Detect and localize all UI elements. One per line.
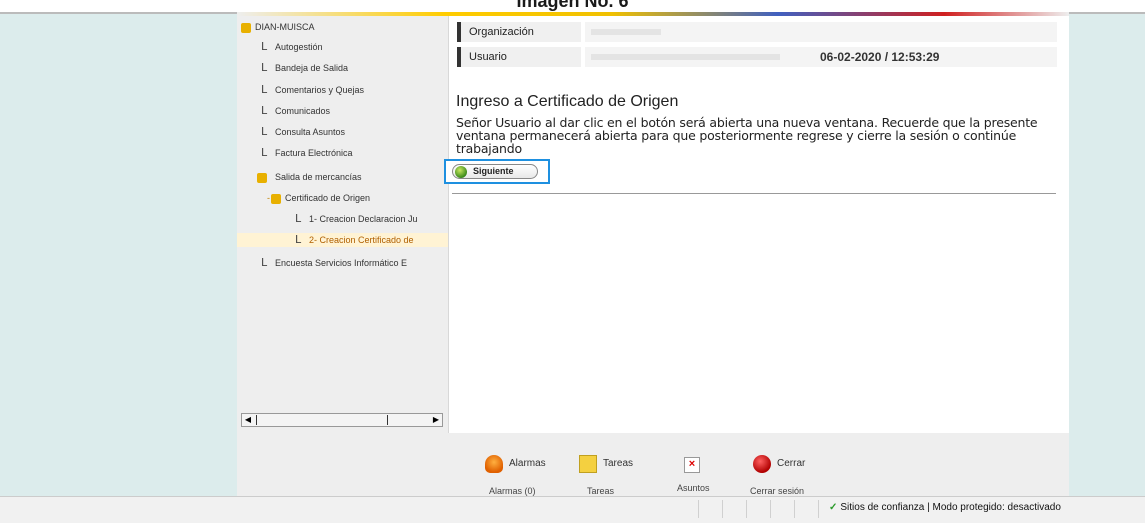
tree-connector-icon: L	[261, 40, 268, 53]
tree-item-label: Consulta Asuntos	[275, 127, 346, 137]
scroll-left-icon[interactable]: ◀	[242, 414, 254, 426]
alarmas-caption: Alarmas (0)	[489, 486, 536, 496]
close-x-icon: ×	[684, 457, 700, 473]
tree-connector-icon: L	[261, 256, 268, 269]
tree-item-autogestion[interactable]: L Autogestión	[261, 40, 323, 54]
status-cell	[700, 500, 723, 518]
datetime-cell: 06-02-2020 / 12:53:29	[780, 47, 1056, 67]
status-cell	[724, 500, 747, 518]
tree-connector-icon: L	[261, 125, 268, 138]
tree-item-comunicados[interactable]: L Comunicados	[261, 104, 330, 118]
tareas-button[interactable]: Tareas	[579, 453, 643, 475]
page-title: Ingreso a Certificado de Origen	[456, 93, 679, 110]
tree-item-label: 2- Creacion Certificado de	[309, 235, 414, 245]
usuario-label: Usuario	[461, 47, 581, 67]
tree-item-factura-electronica[interactable]: L Factura Electrónica	[261, 146, 353, 160]
tree-item-bandeja-salida[interactable]: L Bandeja de Salida	[261, 61, 348, 75]
browser-status-bar: ✓ Sitios de confianza | Modo protegido: d…	[0, 496, 1145, 523]
notepad-icon	[579, 455, 597, 473]
tree-connector-icon: L	[261, 104, 268, 117]
divider	[452, 193, 1056, 194]
tree-item-creacion-certificado[interactable]: L 2- Creacion Certificado de	[237, 233, 448, 247]
tree-connector-icon: L	[295, 233, 302, 246]
tree-item-certificado-origen[interactable]: - Certificado de Origen	[267, 191, 370, 205]
folder-icon	[257, 172, 267, 183]
tree-item-salida-mercancias[interactable]: Salida de mercancías	[257, 170, 362, 184]
image-caption: Imagen No. 6	[516, 0, 629, 11]
tree-item-comentarios[interactable]: L Comentarios y Quejas	[261, 83, 364, 97]
cerrar-label: Cerrar	[777, 458, 806, 469]
next-button[interactable]: Siguiente	[452, 164, 538, 179]
instruction-message: Señor Usuario al dar clic en el botón se…	[456, 115, 1038, 156]
asuntos-button[interactable]: ×	[684, 453, 714, 475]
tree-item-encuesta[interactable]: L Encuesta Servicios Informático E	[261, 256, 407, 270]
tree-item-label: Certificado de Origen	[285, 193, 371, 203]
tree-connector-icon: L	[261, 61, 268, 74]
tree-item-label: DIAN-MUISCA	[255, 22, 315, 32]
navigation-tree: DIAN-MUISCA L Autogestión L Bandeja de Sal…	[237, 16, 449, 433]
security-zone-text: Sitios de confianza | Modo protegido: de…	[840, 502, 1061, 513]
asuntos-caption: Asuntos	[677, 483, 710, 493]
horizontal-scrollbar[interactable]: ◀ ▶	[241, 413, 443, 427]
bell-icon	[485, 455, 503, 473]
tree-item-label: Factura Electrónica	[275, 148, 353, 158]
tree-connector-icon: L	[295, 212, 302, 225]
bottom-toolbar: Alarmas Alarmas (0) Tareas Tareas × Asun…	[237, 433, 1069, 496]
tree-item-creacion-declaracion[interactable]: L 1- Creacion Declaracion Ju	[295, 212, 418, 226]
alarmas-button[interactable]: Alarmas	[485, 453, 555, 475]
tree-item-label: Comunicados	[275, 106, 331, 116]
tree-item-label: Encuesta Servicios Informático E	[275, 258, 408, 268]
tree-item-label: Comentarios y Quejas	[275, 85, 365, 95]
tree-connector-icon: L	[261, 83, 268, 96]
session-datetime: 06-02-2020 / 12:53:29	[820, 50, 940, 64]
tree-item-consulta-asuntos[interactable]: L Consulta Asuntos	[261, 125, 345, 139]
organizacion-row: Organización	[457, 22, 1057, 42]
redacted-text	[591, 54, 811, 61]
tree-item-label: Salida de mercancías	[275, 172, 362, 182]
tareas-label: Tareas	[603, 458, 634, 469]
image-caption-area: Imagen No. 6	[0, 0, 1145, 12]
tree-item-label: Autogestión	[275, 42, 323, 52]
tree-item-label: 1- Creacion Declaracion Ju	[309, 214, 418, 224]
tree-root[interactable]: DIAN-MUISCA	[241, 20, 315, 34]
tree-item-label: Bandeja de Salida	[275, 63, 349, 73]
tree-connector-icon: L	[261, 146, 268, 159]
arrow-circle-icon	[455, 166, 467, 178]
next-button-label: Siguiente	[473, 166, 514, 176]
next-button-highlight: Siguiente	[444, 159, 550, 184]
status-cell	[796, 500, 819, 518]
scroll-thumb[interactable]	[256, 415, 388, 425]
cerrar-caption: Cerrar sesión	[750, 486, 805, 496]
alarmas-label: Alarmas	[509, 458, 546, 469]
cerrar-button[interactable]: Cerrar	[753, 453, 823, 475]
redacted-text	[591, 29, 661, 36]
collapse-toggle[interactable]: -	[267, 193, 270, 203]
security-zone[interactable]: ✓ Sitios de confianza | Modo protegido: d…	[829, 502, 1061, 513]
status-cell	[676, 500, 699, 518]
organizacion-label: Organización	[461, 22, 581, 42]
folder-icon	[271, 193, 281, 204]
checkmark-icon: ✓	[829, 502, 838, 513]
scroll-right-icon[interactable]: ▶	[430, 414, 442, 426]
status-cell	[772, 500, 795, 518]
status-cell	[748, 500, 771, 518]
tareas-caption: Tareas	[587, 486, 615, 496]
folder-icon	[241, 22, 251, 33]
organizacion-value	[585, 22, 1057, 42]
stop-icon	[753, 455, 771, 473]
